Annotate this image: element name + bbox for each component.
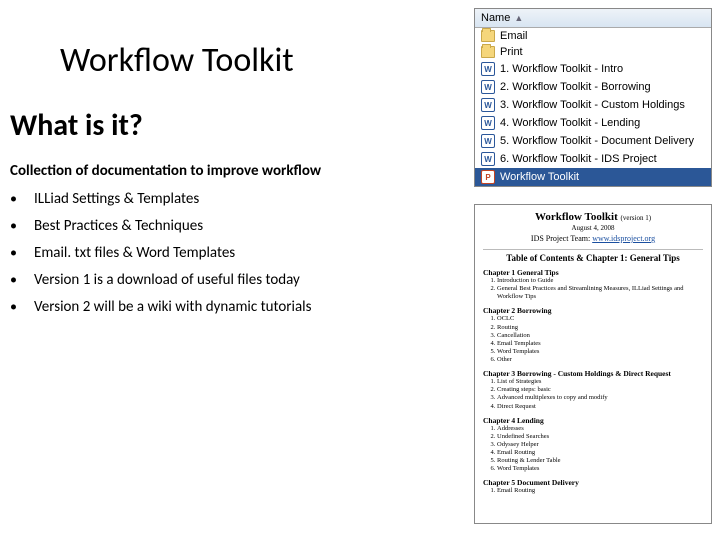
file-row[interactable]: W 5. Workflow Toolkit - Document Delivery: [475, 132, 711, 150]
doc-chapter-item: Undefined Searches: [497, 433, 703, 441]
folder-icon: [481, 46, 495, 58]
doc-chapter-item: Other: [497, 356, 703, 364]
doc-chapter-item: Introduction to Guide: [497, 277, 703, 285]
doc-chapter-item: Word Templates: [497, 348, 703, 356]
doc-chapter-item: Word Templates: [497, 465, 703, 473]
bullet-item: •ILLiad Settings & Templates: [10, 190, 460, 208]
file-explorer-pane: Name ▲ Email Print W 1. Workflow Toolkit - …: [474, 8, 712, 187]
word-doc-icon: W: [481, 152, 495, 166]
doc-chapter-item: Cancellation: [497, 332, 703, 340]
file-label: 2. Workflow Toolkit - Borrowing: [500, 81, 651, 93]
doc-chapter-item: Email Routing: [497, 487, 703, 495]
doc-chapter-heading: Chapter 3 Borrowing - Custom Holdings & …: [483, 369, 703, 378]
doc-team-prefix: IDS Project Team:: [531, 234, 592, 243]
doc-chapter-list: List of StrategiesCreating steps: basicA…: [497, 378, 703, 411]
file-row[interactable]: W 6. Workflow Toolkit - IDS Project: [475, 150, 711, 168]
folder-icon: [481, 30, 495, 42]
bullet-dot: •: [10, 271, 34, 288]
doc-chapter-list: AddressesUndefined SearchesOdyssey Helpe…: [497, 425, 703, 474]
bullet-list: •ILLiad Settings & Templates•Best Practi…: [10, 190, 460, 316]
doc-chapter-item: Email Templates: [497, 340, 703, 348]
bullet-text: Version 2 will be a wiki with dynamic tu…: [34, 298, 311, 316]
doc-chapter-item: Creating steps: basic: [497, 386, 703, 394]
word-doc-icon: W: [481, 134, 495, 148]
bullet-text: Best Practices & Techniques: [34, 217, 203, 235]
file-row[interactable]: Print: [475, 44, 711, 60]
doc-chapter-item: OCLC: [497, 315, 703, 323]
doc-chapter-item: Routing: [497, 324, 703, 332]
file-row[interactable]: P Workflow Toolkit: [475, 168, 711, 186]
file-label: 1. Workflow Toolkit - Intro: [500, 63, 623, 75]
doc-chapter-heading: Chapter 5 Document Delivery: [483, 478, 703, 487]
bullet-text: Email. txt files & Word Templates: [34, 244, 235, 262]
file-label: 5. Workflow Toolkit - Document Delivery: [500, 135, 694, 147]
doc-date: August 4, 2008: [483, 224, 703, 232]
doc-chapter-item: Routing & Lender Table: [497, 457, 703, 465]
bullet-dot: •: [10, 244, 34, 261]
file-label: Workflow Toolkit: [500, 171, 579, 183]
bullet-item: •Email. txt files & Word Templates: [10, 244, 460, 262]
file-label: 6. Workflow Toolkit - IDS Project: [500, 153, 657, 165]
doc-chapter-heading: Chapter 1 General Tips: [483, 268, 703, 277]
bullet-item: •Version 2 will be a wiki with dynamic t…: [10, 298, 460, 316]
doc-chapter-list: Email Routing: [497, 487, 703, 495]
doc-toc-heading: Table of Contents & Chapter 1: General T…: [483, 249, 703, 263]
bullet-dot: •: [10, 298, 34, 315]
bullet-item: •Best Practices & Techniques: [10, 217, 460, 235]
slide-title: Workflow Toolkit: [60, 40, 460, 81]
slide-subtitle: Collection of documentation to improve w…: [10, 162, 460, 180]
file-row[interactable]: Email: [475, 28, 711, 44]
file-label: 3. Workflow Toolkit - Custom Holdings: [500, 99, 685, 111]
doc-chapter-item: General Best Practices and Streamlining …: [497, 285, 703, 301]
bullet-dot: •: [10, 217, 34, 234]
doc-team-link[interactable]: www.idsproject.org: [592, 234, 655, 243]
bullet-text: ILLiad Settings & Templates: [34, 190, 199, 208]
doc-chapter-item: Odyssey Helper: [497, 441, 703, 449]
doc-version: (version 1): [621, 214, 652, 222]
sort-ascending-icon: ▲: [514, 13, 523, 23]
doc-chapter-list: Introduction to GuideGeneral Best Practi…: [497, 277, 703, 301]
file-row[interactable]: W 2. Workflow Toolkit - Borrowing: [475, 78, 711, 96]
doc-chapter-heading: Chapter 4 Lending: [483, 416, 703, 425]
file-label: 4. Workflow Toolkit - Lending: [500, 117, 640, 129]
word-doc-icon: W: [481, 80, 495, 94]
file-row[interactable]: W 4. Workflow Toolkit - Lending: [475, 114, 711, 132]
file-row[interactable]: W 1. Workflow Toolkit - Intro: [475, 60, 711, 78]
doc-chapter-list: OCLCRoutingCancellationEmail TemplatesWo…: [497, 315, 703, 364]
doc-chapter-item: Advanced multiplexes to copy and modify: [497, 394, 703, 402]
doc-chapter-item: Email Routing: [497, 449, 703, 457]
bullet-dot: •: [10, 190, 34, 207]
doc-chapter-item: Direct Request: [497, 403, 703, 411]
word-doc-icon: W: [481, 62, 495, 76]
file-label: Print: [500, 46, 523, 58]
file-column-header-label: Name: [481, 12, 510, 24]
file-column-header[interactable]: Name ▲: [475, 9, 711, 28]
word-doc-icon: W: [481, 116, 495, 130]
bullet-text: Version 1 is a download of useful files …: [34, 271, 300, 289]
slide-heading: What is it?: [10, 107, 460, 144]
doc-chapter-heading: Chapter 2 Borrowing: [483, 306, 703, 315]
powerpoint-icon: P: [481, 170, 495, 184]
word-doc-icon: W: [481, 98, 495, 112]
file-label: Email: [500, 30, 528, 42]
document-preview: Workflow Toolkit (version 1) August 4, 2…: [474, 204, 712, 524]
bullet-item: •Version 1 is a download of useful files…: [10, 271, 460, 289]
doc-title: Workflow Toolkit: [535, 211, 618, 223]
file-row[interactable]: W 3. Workflow Toolkit - Custom Holdings: [475, 96, 711, 114]
doc-chapter-item: List of Strategies: [497, 378, 703, 386]
doc-chapter-item: Addresses: [497, 425, 703, 433]
